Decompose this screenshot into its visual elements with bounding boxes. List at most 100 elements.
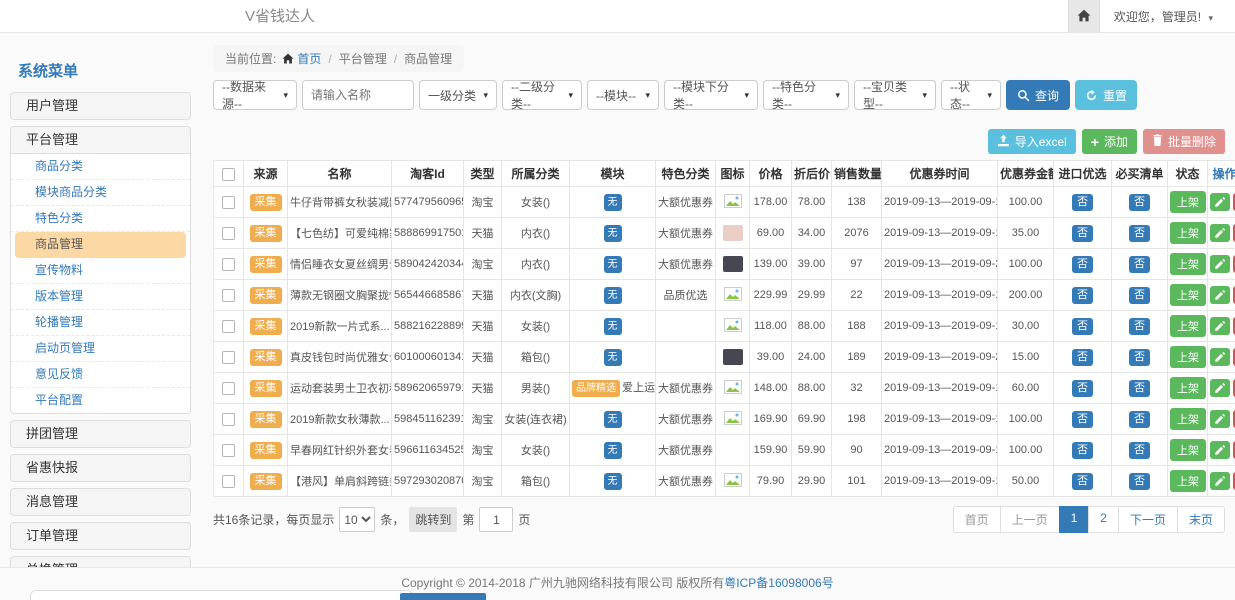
import-select-toggle[interactable]: 否 (1072, 473, 1093, 490)
status-button[interactable]: 上架 (1170, 284, 1206, 306)
name-search-input[interactable] (302, 80, 414, 110)
row-checkbox[interactable] (222, 444, 235, 457)
jump-button[interactable]: 跳转到 (409, 507, 457, 532)
category1-select[interactable]: 一级分类▾ (419, 80, 497, 110)
status-button[interactable]: 上架 (1170, 253, 1206, 275)
must-buy-toggle[interactable]: 否 (1129, 194, 1150, 211)
sidebar-item-版本管理[interactable]: 版本管理 (11, 284, 190, 310)
module-sub-select[interactable]: --模块下分类--▾ (664, 80, 758, 110)
sidebar-group-平台管理[interactable]: 平台管理 (11, 127, 190, 154)
row-checkbox[interactable] (222, 227, 235, 240)
import-select-toggle[interactable]: 否 (1072, 380, 1093, 397)
pager-首页[interactable]: 首页 (953, 506, 1001, 533)
status-select[interactable]: --状态--▾ (941, 80, 1001, 110)
row-checkbox[interactable] (222, 258, 235, 271)
sidebar-group-订单管理[interactable]: 订单管理 (10, 522, 191, 550)
sidebar-group-用户管理[interactable]: 用户管理 (10, 92, 191, 120)
row-checkbox[interactable] (222, 475, 235, 488)
import-select-toggle[interactable]: 否 (1072, 256, 1093, 273)
jump-page-input[interactable] (479, 507, 513, 532)
sidebar-item-商品管理[interactable]: 商品管理 (15, 232, 186, 258)
edit-button[interactable] (1210, 224, 1230, 242)
row-checkbox[interactable] (222, 382, 235, 395)
import-select-toggle[interactable]: 否 (1072, 411, 1093, 428)
must-buy-toggle[interactable]: 否 (1129, 380, 1150, 397)
must-buy-toggle[interactable]: 否 (1129, 411, 1150, 428)
row-checkbox[interactable] (222, 289, 235, 302)
sidebar-item-模块商品分类[interactable]: 模块商品分类 (11, 180, 190, 206)
pager-末页[interactable]: 末页 (1177, 506, 1225, 533)
pager-上一页[interactable]: 上一页 (1000, 506, 1060, 533)
edit-button[interactable] (1210, 317, 1230, 335)
product-type: 淘宝 (464, 249, 502, 280)
must-buy-toggle[interactable]: 否 (1129, 473, 1150, 490)
item-type-select[interactable]: --宝贝类型--▾ (854, 80, 936, 110)
col-header-价格: 价格 (750, 161, 792, 187)
status-button[interactable]: 上架 (1170, 377, 1206, 399)
pager-2[interactable]: 2 (1088, 506, 1119, 533)
batch-delete-button[interactable]: 批量删除 (1143, 129, 1225, 154)
import-select-toggle[interactable]: 否 (1072, 225, 1093, 242)
sidebar-item-平台配置[interactable]: 平台配置 (11, 388, 190, 413)
must-buy-toggle[interactable]: 否 (1129, 256, 1150, 273)
must-buy-toggle[interactable]: 否 (1129, 225, 1150, 242)
import-excel-button[interactable]: 导入excel (988, 129, 1076, 154)
edit-button[interactable] (1210, 286, 1230, 304)
status-button[interactable]: 上架 (1170, 315, 1206, 337)
per-page-select[interactable]: 10 (339, 507, 375, 532)
must-buy-toggle[interactable]: 否 (1129, 287, 1150, 304)
module-select[interactable]: --模块--▾ (587, 80, 659, 110)
pager: 首页上一页12下一页末页 (953, 506, 1225, 533)
search-button[interactable]: 查询 (1006, 80, 1070, 110)
edit-button[interactable] (1210, 441, 1230, 459)
pager-1[interactable]: 1 (1059, 506, 1090, 533)
edit-button[interactable] (1210, 193, 1230, 211)
select-all-checkbox[interactable] (222, 168, 235, 181)
must-buy-toggle[interactable]: 否 (1129, 442, 1150, 459)
import-select-toggle[interactable]: 否 (1072, 318, 1093, 335)
must-buy-toggle[interactable]: 否 (1129, 318, 1150, 335)
status-button[interactable]: 上架 (1170, 439, 1206, 461)
import-select-toggle[interactable]: 否 (1072, 442, 1093, 459)
sidebar-item-特色分类[interactable]: 特色分类 (11, 206, 190, 232)
row-checkbox[interactable] (222, 320, 235, 333)
sidebar-item-轮播管理[interactable]: 轮播管理 (11, 310, 190, 336)
pager-下一页[interactable]: 下一页 (1118, 506, 1178, 533)
icp-link[interactable]: 粤ICP备16098006号 (724, 576, 833, 590)
status-button[interactable]: 上架 (1170, 346, 1206, 368)
sidebar-item-意见反馈[interactable]: 意见反馈 (11, 362, 190, 388)
row-checkbox[interactable] (222, 413, 235, 426)
status-button[interactable]: 上架 (1170, 408, 1206, 430)
import-select-toggle[interactable]: 否 (1072, 349, 1093, 366)
edit-button[interactable] (1210, 410, 1230, 428)
sidebar-group-省惠快报[interactable]: 省惠快报 (10, 454, 191, 482)
edit-button[interactable] (1210, 379, 1230, 397)
breadcrumb-home-link[interactable]: 首页 (297, 52, 321, 66)
status-button[interactable]: 上架 (1170, 191, 1206, 213)
sidebar-item-宣传物料[interactable]: 宣传物料 (11, 258, 190, 284)
edit-button[interactable] (1210, 472, 1230, 490)
row-checkbox[interactable] (222, 196, 235, 209)
user-menu[interactable]: 欢迎您，管理员! ▾ (1100, 8, 1235, 25)
sidebar-group-消息管理[interactable]: 消息管理 (10, 488, 191, 516)
status-button[interactable]: 上架 (1170, 470, 1206, 492)
row-checkbox[interactable] (222, 351, 235, 364)
feature-category-select[interactable]: --特色分类--▾ (763, 80, 849, 110)
status-button[interactable]: 上架 (1170, 222, 1206, 244)
data-source-select[interactable]: --数据来源--▾ (213, 80, 297, 110)
import-select-toggle[interactable]: 否 (1072, 194, 1093, 211)
edit-button[interactable] (1210, 348, 1230, 366)
import-select-toggle[interactable]: 否 (1072, 287, 1093, 304)
sidebar-item-商品分类[interactable]: 商品分类 (11, 154, 190, 180)
table-row: 采集薄款无钢圈文胸聚拢性...565446685867天猫内衣(文胸)无品质优选… (214, 280, 1235, 311)
coupon-time: 2019-09-13—2019-09-15 (882, 373, 998, 404)
edit-button[interactable] (1210, 255, 1230, 273)
module-badge: 无 (604, 442, 622, 459)
category2-select[interactable]: --二级分类--▾ (502, 80, 582, 110)
home-button[interactable] (1068, 0, 1100, 33)
sidebar-group-拼团管理[interactable]: 拼团管理 (10, 420, 191, 448)
add-button[interactable]: + 添加 (1082, 129, 1137, 154)
must-buy-toggle[interactable]: 否 (1129, 349, 1150, 366)
reset-button[interactable]: 重置 (1075, 80, 1137, 110)
sidebar-item-启动页管理[interactable]: 启动页管理 (11, 336, 190, 362)
